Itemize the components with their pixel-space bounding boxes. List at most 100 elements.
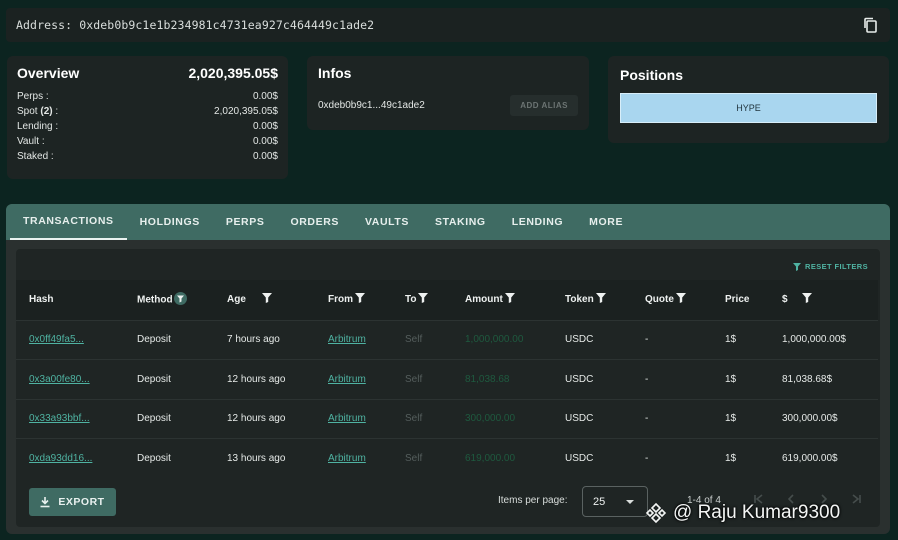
table-row: 0xda93dd16... Deposit 13 hours ago Arbit…: [16, 438, 878, 478]
tab-transactions[interactable]: TRANSACTIONS: [10, 204, 127, 240]
col-from[interactable]: From: [315, 280, 392, 320]
token-cell: USDC: [552, 398, 632, 439]
method-cell: Deposit: [124, 319, 214, 360]
download-icon: [40, 496, 50, 507]
table-row: 0x0ff49fa5... Deposit 7 hours ago Arbitr…: [16, 319, 878, 360]
method-cell: Deposit: [124, 438, 214, 478]
col-price: Price: [712, 280, 769, 320]
token-cell: USDC: [552, 438, 632, 478]
short-address: 0xdeb0b9c1...49c1ade2: [318, 100, 425, 111]
watermark: @ Raju Kumar9300: [645, 502, 840, 524]
hash-link[interactable]: 0x33a93bbf...: [16, 398, 124, 439]
col-hash: Hash: [16, 280, 124, 320]
to-cell: Self: [392, 398, 452, 439]
overview-row-perps: Perps :0.00$: [17, 91, 278, 102]
filter-icon: [355, 293, 365, 306]
quote-cell: -: [632, 438, 712, 478]
col-token[interactable]: Token: [552, 280, 632, 320]
copy-icon[interactable]: [862, 16, 880, 34]
filter-icon: [675, 293, 686, 306]
overview-row-lending: Lending :0.00$: [17, 121, 278, 132]
to-cell: Self: [392, 359, 452, 399]
price-cell: 1$: [712, 438, 769, 478]
tab-vaults[interactable]: VAULTS: [352, 204, 422, 240]
from-link[interactable]: Arbitrum: [315, 438, 392, 478]
tab-staking[interactable]: STAKING: [422, 204, 499, 240]
amount-cell: 619,000.00: [452, 438, 552, 478]
col-method[interactable]: Method: [124, 280, 214, 320]
position-chip-hype[interactable]: HYPE: [620, 93, 877, 123]
from-link[interactable]: Arbitrum: [315, 319, 392, 360]
filter-icon: [801, 293, 812, 306]
transactions-table: Hash Method Age From To Amount Token Quo…: [16, 280, 878, 478]
from-link[interactable]: Arbitrum: [315, 359, 392, 399]
filter-reset-icon: [793, 262, 802, 271]
to-cell: Self: [392, 438, 452, 478]
positions-card: Positions HYPE: [608, 56, 889, 143]
filter-icon: [418, 293, 429, 306]
overview-row-spot: Spot (2) :2,020,395.05$: [17, 106, 278, 117]
method-cell: Deposit: [124, 359, 214, 399]
price-cell: 1$: [712, 359, 769, 399]
overview-row-staked: Staked :0.00$: [17, 151, 278, 162]
hash-link[interactable]: 0x0ff49fa5...: [16, 319, 124, 360]
table-container: RESET FILTERS Hash Method Age From To Am…: [16, 249, 880, 527]
tab-perps[interactable]: PERPS: [213, 204, 278, 240]
tab-holdings[interactable]: HOLDINGS: [127, 204, 213, 240]
price-cell: 1$: [712, 319, 769, 360]
quote-cell: -: [632, 359, 712, 399]
col-usd[interactable]: $: [769, 280, 878, 320]
token-cell: USDC: [552, 359, 632, 399]
amount-cell: 1,000,000.00: [452, 319, 552, 360]
age-cell: 12 hours ago: [214, 398, 315, 439]
table-row: 0x3a00fe80... Deposit 12 hours ago Arbit…: [16, 359, 878, 399]
age-cell: 12 hours ago: [214, 359, 315, 399]
tab-more[interactable]: MORE: [576, 204, 636, 240]
usd-cell: 1,000,000.00$: [769, 319, 878, 360]
col-age[interactable]: Age: [214, 280, 315, 320]
tab-orders[interactable]: ORDERS: [277, 204, 352, 240]
hash-link[interactable]: 0x3a00fe80...: [16, 359, 124, 399]
usd-cell: 300,000.00$: [769, 398, 878, 439]
reset-filters-button[interactable]: RESET FILTERS: [793, 262, 868, 271]
transactions-panel: TRANSACTIONS HOLDINGS PERPS ORDERS VAULT…: [6, 204, 890, 534]
col-amount[interactable]: Amount: [452, 280, 552, 320]
hash-link[interactable]: 0xda93dd16...: [16, 438, 124, 478]
quote-cell: -: [632, 398, 712, 439]
col-to[interactable]: To: [392, 280, 452, 320]
infos-title: Infos: [318, 65, 352, 81]
filter-icon: [504, 293, 515, 306]
export-button[interactable]: EXPORT: [29, 488, 116, 516]
items-per-page-select[interactable]: 25: [582, 486, 648, 517]
to-cell: Self: [392, 319, 452, 360]
col-quote[interactable]: Quote: [632, 280, 712, 320]
amount-cell: 81,038.68: [452, 359, 552, 399]
filter-icon: [595, 293, 606, 306]
infos-card: Infos 0xdeb0b9c1...49c1ade2 ADD ALIAS: [307, 56, 589, 130]
overview-total: 2,020,395.05$: [188, 65, 278, 81]
binance-logo-icon: [645, 502, 667, 524]
price-cell: 1$: [712, 398, 769, 439]
last-page-icon[interactable]: [850, 492, 864, 506]
token-cell: USDC: [552, 319, 632, 360]
method-cell: Deposit: [124, 398, 214, 439]
age-cell: 13 hours ago: [214, 438, 315, 478]
usd-cell: 81,038.68$: [769, 359, 878, 399]
tab-bar: TRANSACTIONS HOLDINGS PERPS ORDERS VAULT…: [6, 204, 890, 240]
items-per-page-label: Items per page:: [498, 495, 568, 506]
filter-icon: [261, 293, 272, 306]
tab-lending[interactable]: LENDING: [499, 204, 576, 240]
table-header-row: Hash Method Age From To Amount Token Quo…: [16, 280, 878, 320]
from-link[interactable]: Arbitrum: [315, 398, 392, 439]
table-row: 0x33a93bbf... Deposit 12 hours ago Arbit…: [16, 398, 878, 439]
overview-row-vault: Vault :0.00$: [17, 136, 278, 147]
positions-title: Positions: [620, 67, 684, 83]
usd-cell: 619,000.00$: [769, 438, 878, 478]
quote-cell: -: [632, 319, 712, 360]
overview-card: Overview 2,020,395.05$ Perps :0.00$ Spot…: [7, 56, 288, 179]
amount-cell: 300,000.00: [452, 398, 552, 439]
add-alias-button[interactable]: ADD ALIAS: [510, 95, 578, 116]
address-bar: Address: 0xdeb0b9c1e1b234981c4731ea927c4…: [6, 8, 890, 42]
caret-down-icon: [626, 500, 634, 504]
age-cell: 7 hours ago: [214, 319, 315, 360]
